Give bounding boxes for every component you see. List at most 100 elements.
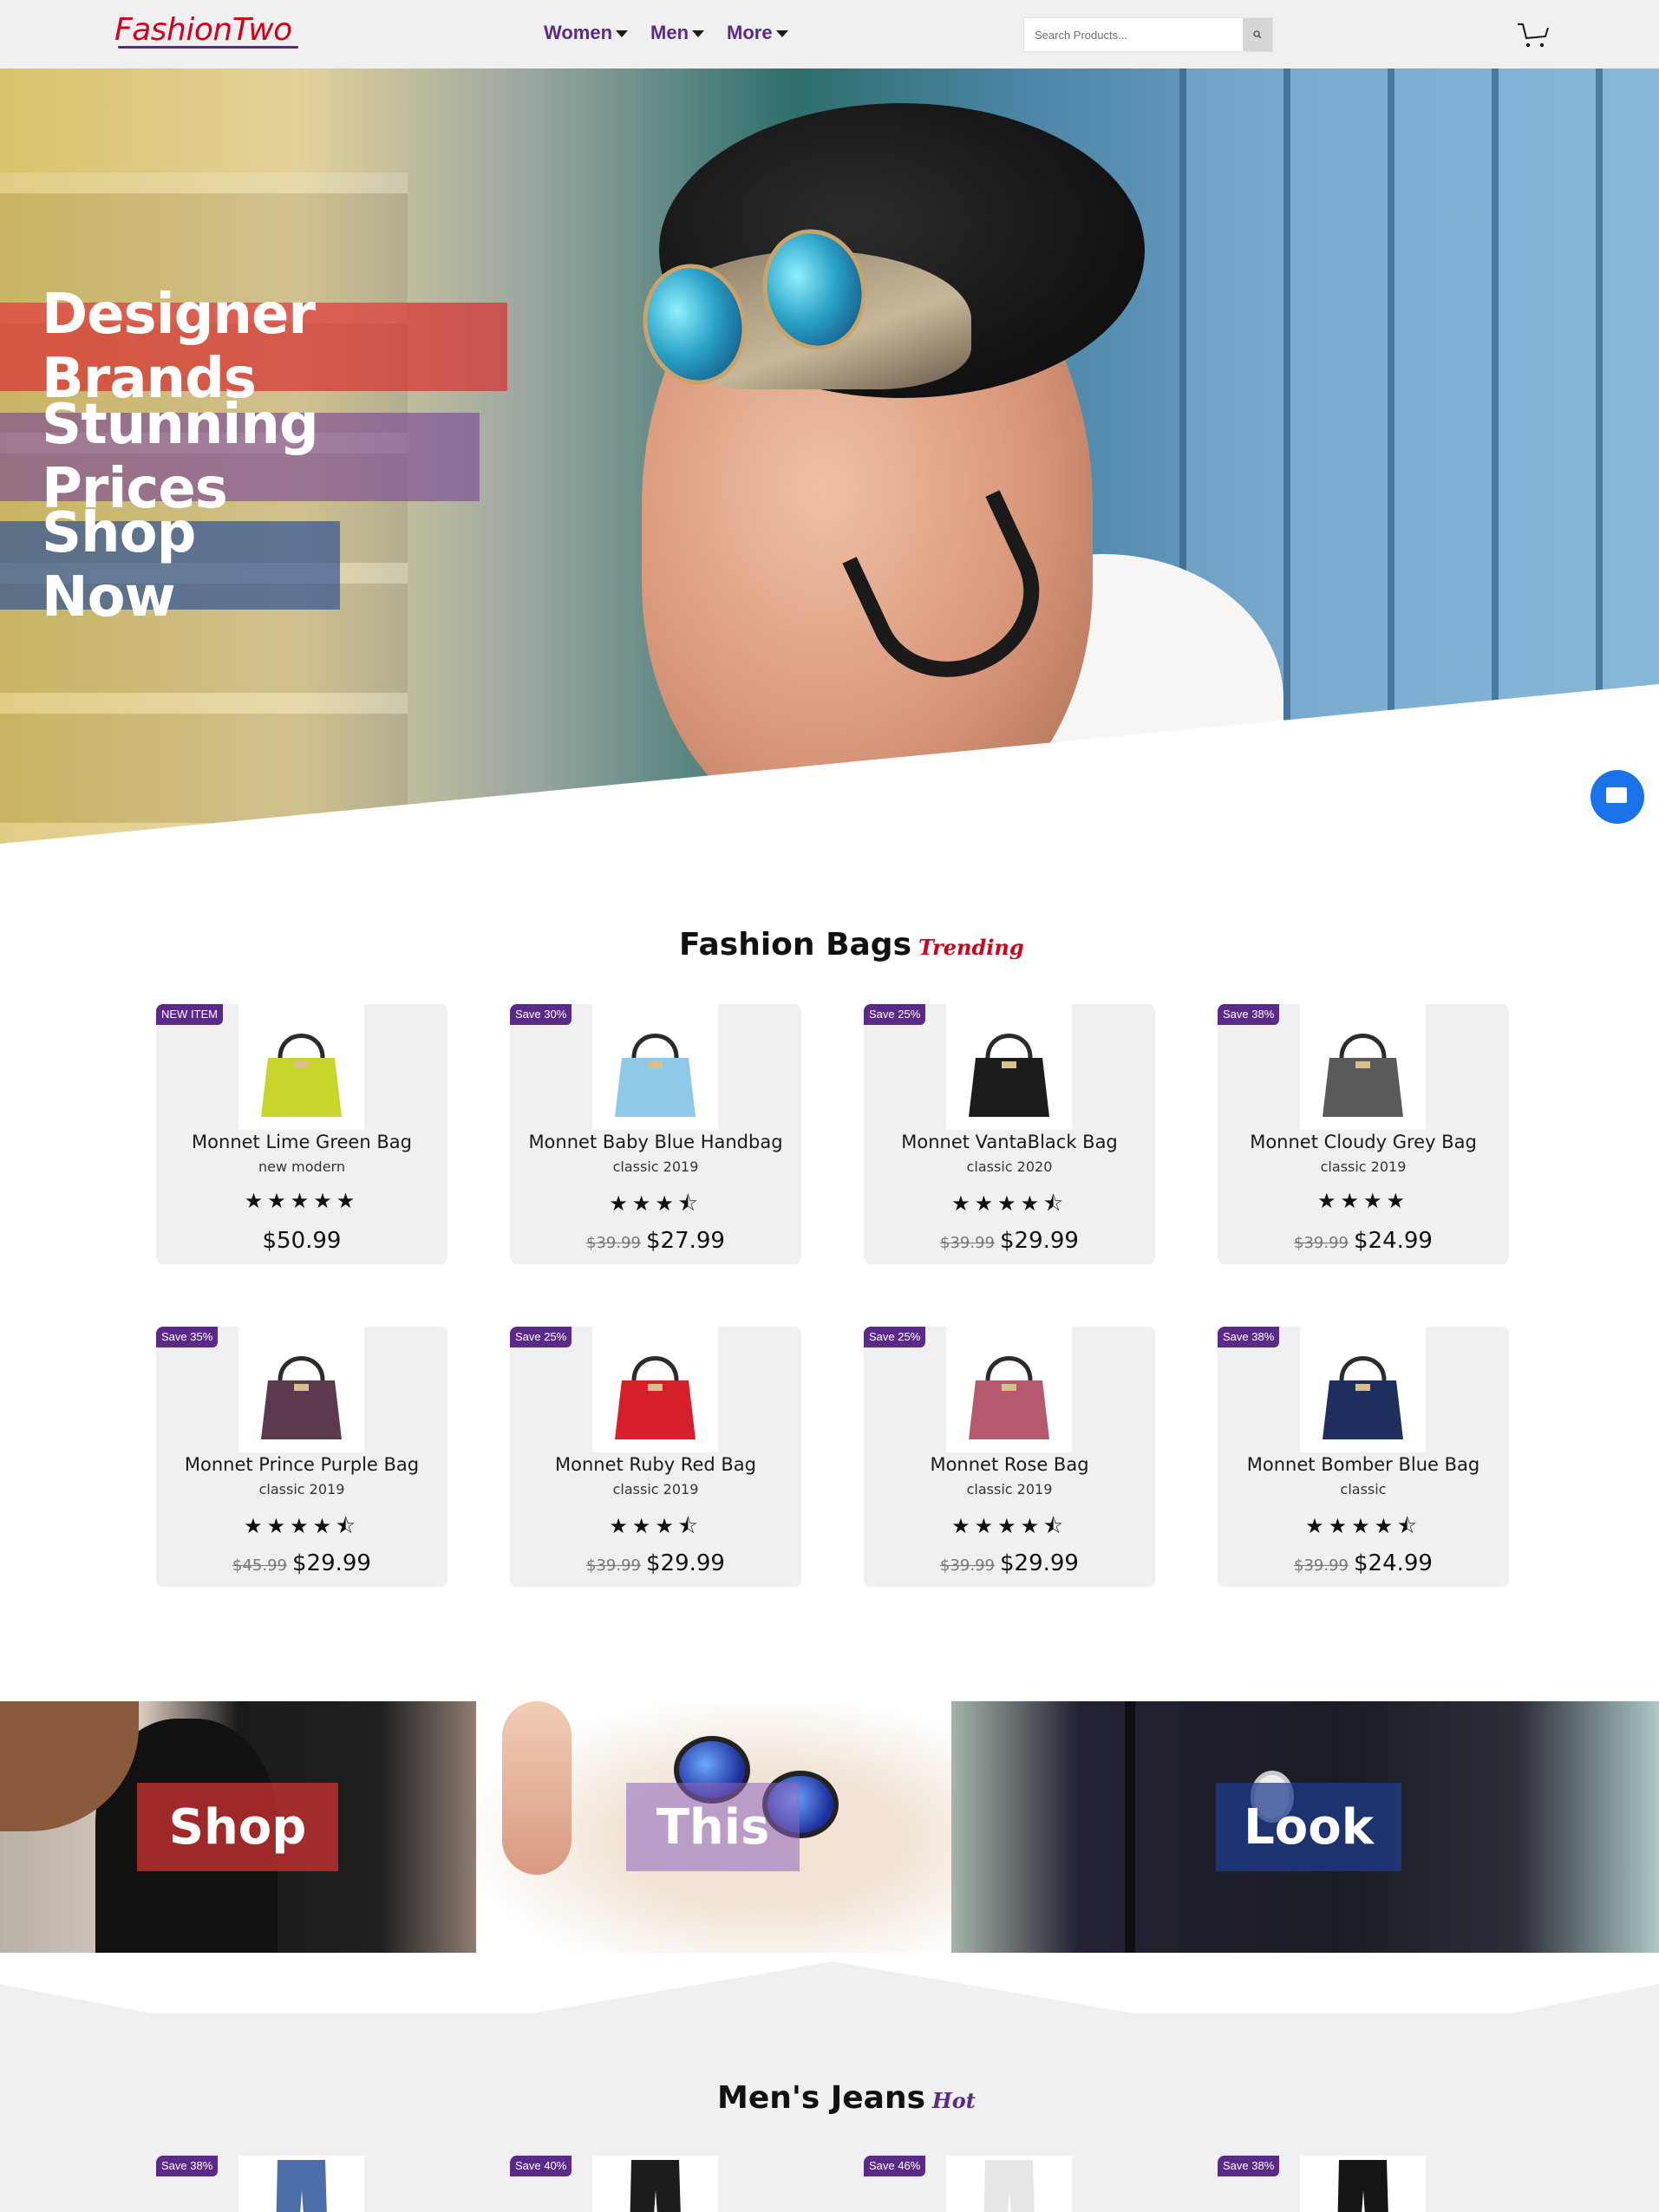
search-input[interactable] (1024, 18, 1244, 51)
product-name[interactable]: Monnet Ruby Red Bag (510, 1454, 801, 1475)
section-title-text: Men's Jeans (717, 2080, 926, 2116)
product-subtitle: classic 2019 (612, 1158, 699, 1175)
handbag-image (261, 1356, 342, 1439)
trending-tag: Trending (918, 935, 1024, 960)
chat-widget-button[interactable] (1590, 770, 1644, 824)
caret-down-icon (692, 30, 705, 37)
current-price: $27.99 (646, 1228, 725, 1254)
product-card[interactable]: Save 38% (1218, 2156, 1509, 2212)
menu-men[interactable]: Men (650, 22, 705, 44)
old-price: $39.99 (1294, 1234, 1349, 1252)
product-card[interactable]: Save 38% Monnet Bomber Blue Bag classic … (1218, 1327, 1509, 1587)
old-price: $39.99 (940, 1234, 995, 1252)
product-name[interactable]: Monnet Prince Purple Bag (156, 1454, 447, 1475)
rating-stars: ★★★⯪ (609, 1191, 702, 1216)
look-hand-shape (502, 1701, 572, 1875)
discount-badge: Save 25% (510, 1327, 572, 1347)
hero-shop-now-button[interactable]: Shop Now (0, 501, 340, 630)
product-name[interactable]: Monnet Lime Green Bag (156, 1132, 447, 1152)
current-price: $29.99 (1000, 1550, 1079, 1576)
product-name[interactable]: Monnet Bomber Blue Bag (1218, 1454, 1509, 1475)
product-image[interactable] (238, 1004, 364, 1130)
cart-button[interactable] (1516, 19, 1551, 50)
section-title-fashion-bags: Fashion Bags Trending (679, 927, 1024, 962)
product-subtitle: new modern (258, 1158, 345, 1175)
product-image[interactable] (238, 1327, 364, 1452)
look-word-this: This (626, 1783, 800, 1871)
product-subtitle: classic 2019 (966, 1481, 1053, 1498)
current-price: $29.99 (292, 1550, 371, 1576)
cart-icon (1518, 23, 1549, 48)
price-block: $50.99 (156, 1228, 447, 1254)
look-zipper (1125, 1701, 1135, 1953)
product-subtitle: classic 2019 (612, 1481, 699, 1498)
menu-women[interactable]: Women (544, 22, 629, 44)
product-subtitle: classic 2019 (258, 1481, 345, 1498)
rating-stars: ★★★★★ (244, 1189, 360, 1213)
product-card[interactable]: Save 35% Monnet Prince Purple Bag classi… (156, 1327, 447, 1587)
logo-two: Two (232, 12, 293, 48)
product-name[interactable]: Monnet VantaBlack Bag (864, 1132, 1155, 1152)
price-block: $39.99 $27.99 (510, 1228, 801, 1254)
old-price: $39.99 (1294, 1556, 1349, 1575)
product-card[interactable]: Save 38% Monnet Cloudy Grey Bag classic … (1218, 1004, 1509, 1264)
product-name[interactable]: Monnet Rose Bag (864, 1454, 1155, 1475)
product-image[interactable] (946, 2156, 1072, 2212)
discount-badge: Save 38% (1218, 1327, 1280, 1347)
discount-badge: Save 38% (1218, 2156, 1280, 2176)
discount-badge: Save 25% (864, 1004, 926, 1025)
old-price: $45.99 (232, 1556, 287, 1575)
price-block: $39.99 $29.99 (864, 1228, 1155, 1254)
product-image[interactable] (946, 1327, 1072, 1452)
product-name[interactable]: Monnet Baby Blue Handbag (510, 1132, 801, 1152)
search-box (1023, 17, 1273, 52)
product-name[interactable]: Monnet Cloudy Grey Bag (1218, 1132, 1509, 1152)
menu-more[interactable]: More (727, 22, 788, 44)
product-image[interactable] (1300, 1327, 1426, 1452)
product-image[interactable] (238, 2156, 364, 2212)
discount-badge: Save 46% (864, 2156, 926, 2176)
product-card[interactable]: NEW ITEM Monnet Lime Green Bag new moder… (156, 1004, 447, 1264)
discount-badge: Save 40% (510, 2156, 572, 2176)
handbag-image (261, 1034, 342, 1117)
product-image[interactable] (592, 1004, 718, 1130)
product-image[interactable] (592, 2156, 718, 2212)
menu-men-label: Men (650, 22, 689, 43)
section-title-mens-jeans: Men's Jeans Hot (717, 2080, 976, 2116)
top-nav: FashionTwo Women Men More (0, 0, 1659, 69)
handbag-image (615, 1034, 696, 1117)
current-price: $50.99 (262, 1228, 342, 1254)
discount-badge: NEW ITEM (156, 1004, 223, 1025)
current-price: $29.99 (646, 1550, 725, 1576)
handbag-image (1323, 1034, 1403, 1117)
rating-stars: ★★★★⯪ (1305, 1514, 1421, 1538)
chat-icon (1606, 787, 1627, 803)
product-card[interactable]: Save 25% Monnet VantaBlack Bag classic 2… (864, 1004, 1155, 1264)
product-card[interactable]: Save 25% Monnet Ruby Red Bag classic 201… (510, 1327, 801, 1587)
menu-more-label: More (727, 22, 773, 43)
product-image[interactable] (1300, 1004, 1426, 1130)
handbag-image (615, 1356, 696, 1439)
product-image[interactable] (946, 1004, 1072, 1130)
product-image[interactable] (1300, 2156, 1426, 2212)
logo[interactable]: FashionTwo (114, 12, 292, 48)
jeans-image (1337, 2160, 1388, 2212)
product-card[interactable]: Save 30% Monnet Baby Blue Handbag classi… (510, 1004, 801, 1264)
discount-badge: Save 25% (864, 1327, 926, 1347)
product-card[interactable]: Save 38% (156, 2156, 447, 2212)
rating-stars: ★★★★⯪ (951, 1191, 1068, 1216)
rating-stars: ★★★⯪ (609, 1514, 702, 1538)
old-price: $39.99 (940, 1556, 995, 1575)
jeans-image (983, 2160, 1035, 2212)
caret-down-icon (775, 30, 788, 37)
hero-headline-stunning-prices: Stunning Prices (0, 393, 480, 521)
logo-underline (118, 46, 298, 49)
menu-women-label: Women (544, 22, 613, 43)
product-card[interactable]: Save 40% (510, 2156, 801, 2212)
search-button[interactable] (1243, 18, 1272, 51)
product-card[interactable]: Save 46% (864, 2156, 1155, 2212)
rating-stars: ★★★★⯪ (244, 1514, 360, 1538)
product-card[interactable]: Save 25% Monnet Rose Bag classic 2019 ★★… (864, 1327, 1155, 1587)
current-price: $24.99 (1354, 1550, 1433, 1576)
product-image[interactable] (592, 1327, 718, 1452)
